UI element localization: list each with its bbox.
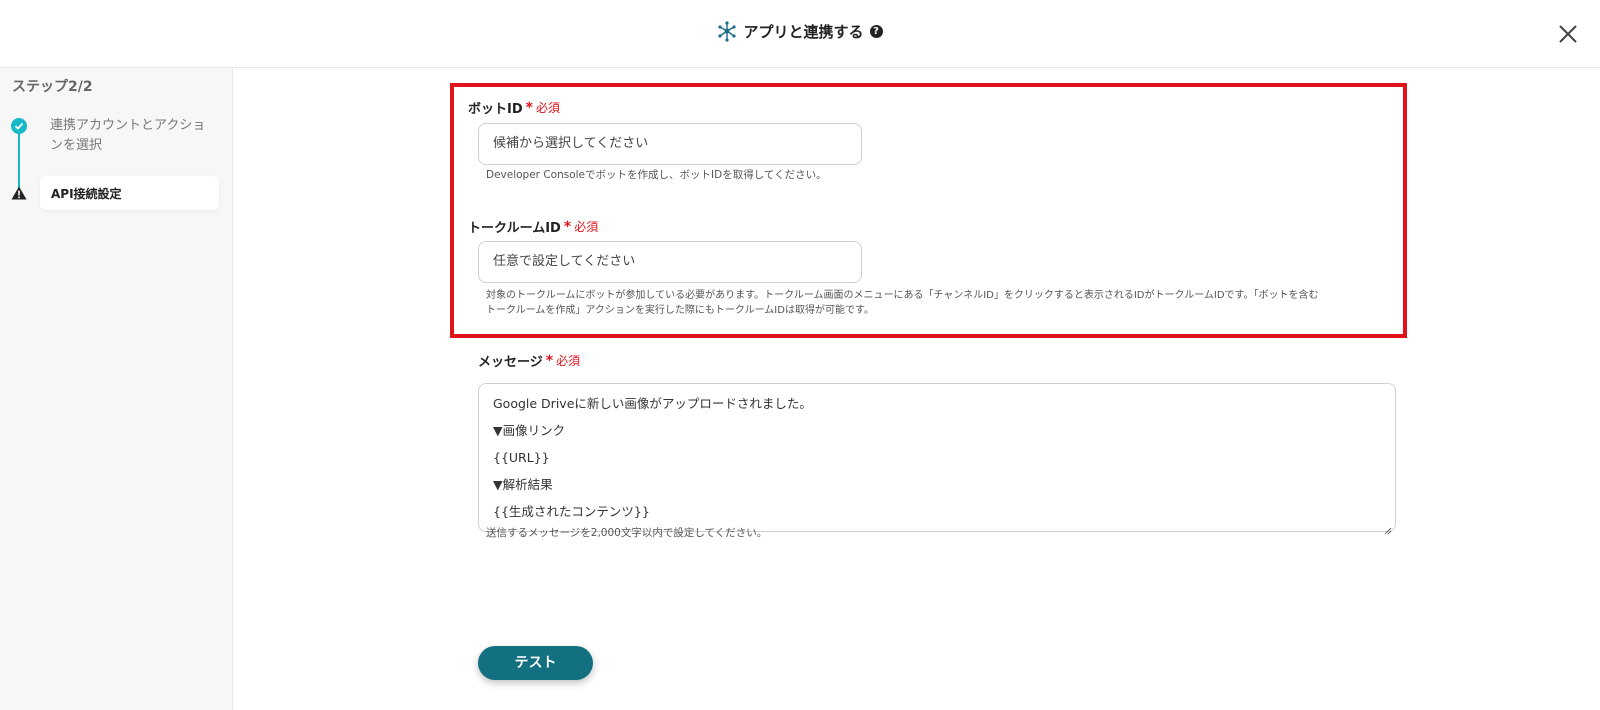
message-hint: 送信するメッセージを2,000文字以内で設定してください。 [486, 527, 768, 539]
required-star: * [525, 99, 533, 116]
message-line: {{URL}} [493, 450, 550, 465]
modal-header: アプリと連携する ? [0, 0, 1600, 68]
message-textarea[interactable]: Google Driveに新しい画像がアップロードされました。 ▼画像リンク {… [478, 383, 1396, 535]
room-id-select[interactable]: 任意で設定してください [478, 241, 862, 283]
required-text: 必須 [574, 220, 599, 234]
resize-handle-icon[interactable] [1384, 520, 1392, 535]
form-area: ボットID * 必須 候補から選択してください Developer Consol… [234, 68, 1600, 710]
step-counter: ステップ2/2 [12, 79, 93, 95]
bot-id-hint: Developer Consoleでボットを作成し、ボットIDを取得してください… [486, 169, 827, 181]
network-nodes-icon [717, 20, 737, 42]
room-id-label: トークルームID * 必須 [468, 217, 599, 237]
modal-title: アプリと連携する ? [0, 20, 1600, 42]
room-id-hint-line: 対象のトークルームにボットが参加している必要があります。トークルーム画面のメニュ… [486, 290, 1319, 301]
message-line: ▼解析結果 [493, 477, 553, 492]
message-line: Google Driveに新しい画像がアップロードされました。 [493, 396, 812, 411]
message-line: {{生成されたコンテンツ}} [493, 504, 650, 519]
required-text: 必須 [556, 354, 581, 368]
message-label-text: メッセージ [478, 355, 543, 370]
test-button[interactable]: テスト [478, 646, 593, 680]
required-star: * [545, 352, 554, 369]
close-icon[interactable] [1556, 22, 1580, 46]
sidebar-step-label: API接続設定 [51, 187, 122, 201]
check-icon [11, 118, 27, 134]
sidebar-step-select-action[interactable]: 連携アカウントとアクションを選択 [50, 116, 210, 156]
required-text: 必須 [535, 101, 560, 115]
warning-icon [11, 185, 27, 200]
room-id-hint-line: トークルームを作成」アクションを実行した際にもトークルームIDは取得が可能です。 [486, 305, 874, 316]
help-icon[interactable]: ? [869, 24, 883, 38]
message-label: メッセージ * 必須 [478, 351, 581, 371]
bot-id-label-text: ボットID [468, 102, 523, 117]
message-line: ▼画像リンク [493, 423, 566, 438]
required-star: * [563, 218, 572, 235]
step-sidebar: ステップ2/2 連携アカウントとアクションを選択 API接続設定 [0, 68, 233, 710]
bot-id-select[interactable]: 候補から選択してください [478, 123, 862, 165]
sidebar-step-api-settings[interactable]: API接続設定 [40, 176, 219, 210]
room-id-hint: 対象のトークルームにボットが参加している必要があります。トークルーム画面のメニュ… [486, 288, 1386, 318]
room-id-label-text: トークルームID [468, 221, 561, 236]
bot-id-label: ボットID * 必須 [468, 98, 560, 118]
modal-title-text: アプリと連携する [743, 22, 864, 41]
